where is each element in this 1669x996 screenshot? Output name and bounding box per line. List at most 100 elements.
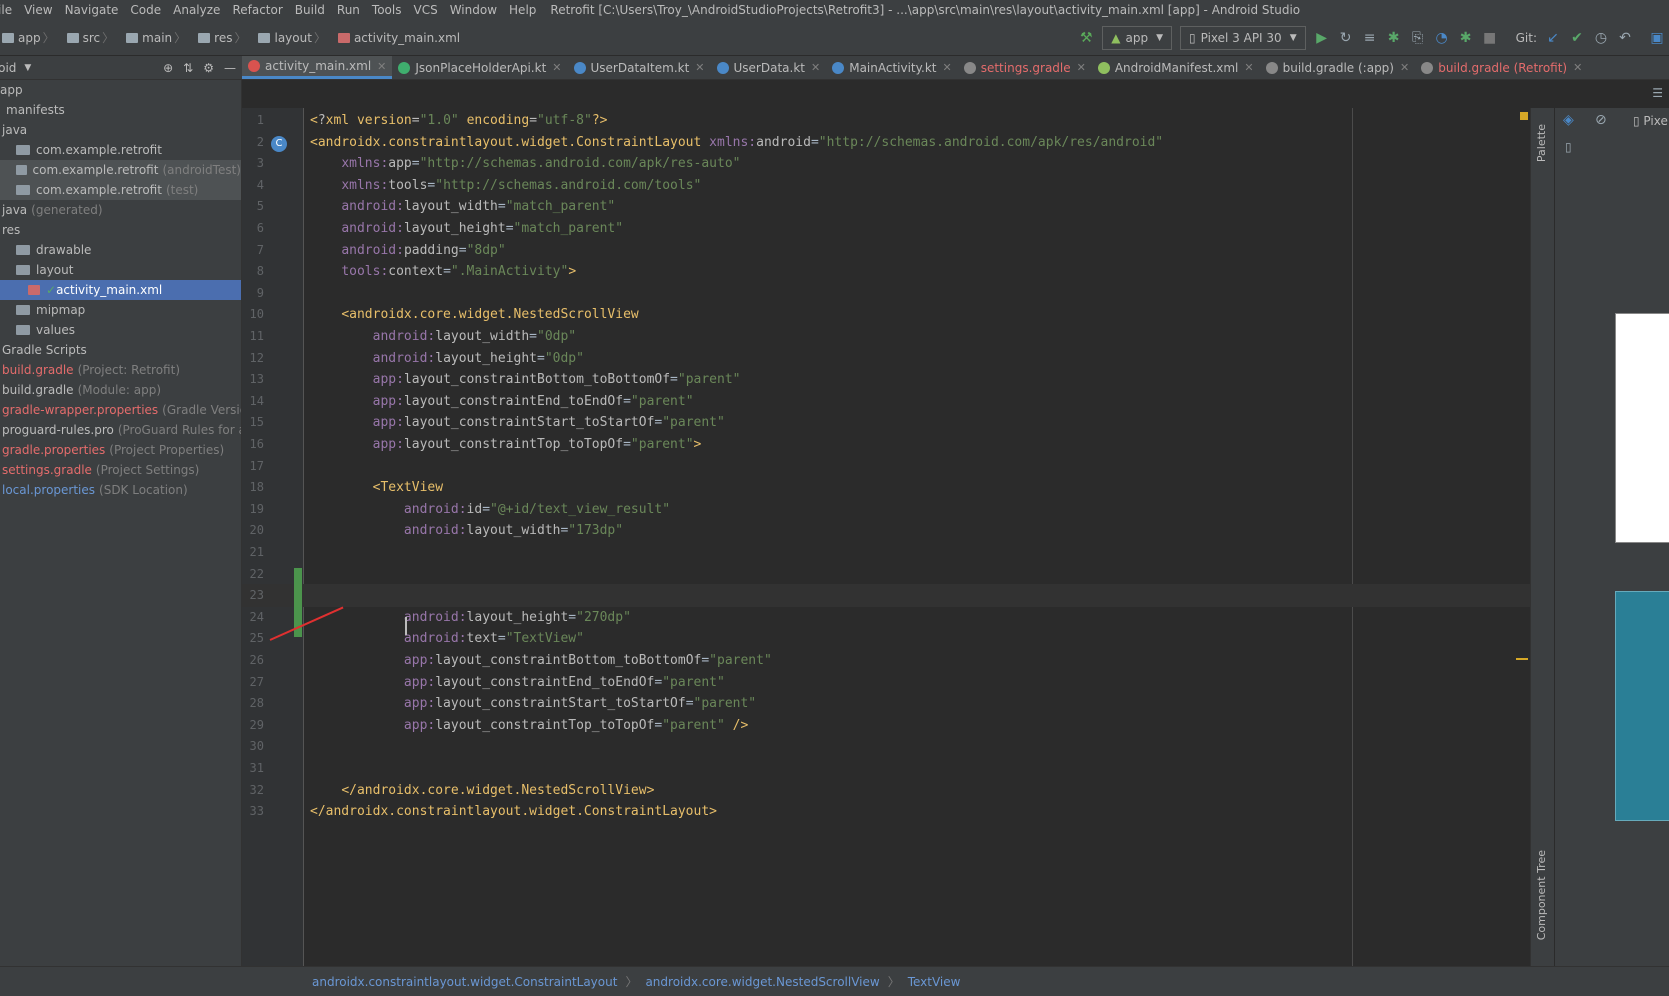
code-line: 22 xyxy=(242,563,1530,586)
line-number: 25 xyxy=(249,631,264,646)
tree-item[interactable]: ✓ activity_main.xml xyxy=(0,280,241,300)
menu-item-refactor[interactable]: Refactor xyxy=(226,3,288,17)
collapse-icon[interactable]: ⇅ xyxy=(183,61,193,75)
git-update-icon[interactable]: ↙ xyxy=(1541,30,1565,46)
git-history-icon[interactable]: ◷ xyxy=(1589,30,1613,46)
no-rotate-icon[interactable]: ⊘ xyxy=(1595,112,1607,128)
structure-breadcrumb-item[interactable]: androidx.core.widget.NestedScrollView xyxy=(645,975,879,989)
tree-item[interactable]: com.example.retrofit (androidTest) xyxy=(0,160,241,180)
minimize-icon[interactable]: — xyxy=(224,61,236,75)
breadcrumb-item[interactable]: layout 〉 xyxy=(250,29,329,46)
menu-item-window[interactable]: Window xyxy=(444,3,503,17)
tree-item-label: res xyxy=(2,223,21,237)
debug-icon[interactable]: ✱ xyxy=(1382,30,1406,46)
design-preview[interactable] xyxy=(1615,313,1669,543)
breakpoint-class-icon[interactable]: C xyxy=(271,136,287,152)
tab-mainactivity-kt[interactable]: MainActivity.kt ✕ xyxy=(826,56,958,79)
code-text: android:layout_width="173dp" xyxy=(403,523,624,539)
run-icon[interactable]: ▶ xyxy=(1310,30,1334,46)
tab-build-gradle-app-[interactable]: build.gradle (:app) ✕ xyxy=(1260,56,1416,79)
device-frame-icon[interactable]: ▯ xyxy=(1565,140,1572,154)
window-title: Retrofit [C:\Users\Troy_\AndroidStudioPr… xyxy=(550,3,1301,17)
tree-item[interactable]: values xyxy=(0,320,241,340)
tab-userdataitem-kt[interactable]: UserDataItem.kt ✕ xyxy=(568,56,711,79)
tree-item[interactable]: settings.gradle (Project Settings) xyxy=(0,460,241,480)
tree-item[interactable]: gradle.properties (Project Properties) xyxy=(0,440,241,460)
structure-breadcrumb-item[interactable]: TextView xyxy=(908,975,961,989)
tree-item[interactable]: build.gradle (Project: Retrofit) xyxy=(0,360,241,380)
tab-androidmanifest-xml[interactable]: AndroidManifest.xml ✕ xyxy=(1092,56,1260,79)
close-icon[interactable]: ✕ xyxy=(1573,61,1582,74)
line-number: 23 xyxy=(249,588,264,603)
menu-item-run[interactable]: Run xyxy=(331,3,366,17)
menu-item-build[interactable]: Build xyxy=(289,3,331,17)
tree-item[interactable]: java xyxy=(0,120,241,140)
gear-icon[interactable]: ⚙ xyxy=(203,61,214,75)
layers-icon[interactable]: ◈ xyxy=(1563,112,1574,128)
blueprint-preview[interactable] xyxy=(1615,591,1669,821)
git-rollback-icon[interactable]: ↶ xyxy=(1613,30,1637,46)
close-icon[interactable]: ✕ xyxy=(695,61,704,74)
tab-jsonplaceholderapi-kt[interactable]: JsonPlaceHolderApi.kt ✕ xyxy=(392,56,567,79)
tab-activity-main-xml[interactable]: activity_main.xml ✕ xyxy=(242,56,393,79)
menu-item-analyze[interactable]: Analyze xyxy=(167,3,226,17)
close-icon[interactable]: ✕ xyxy=(552,61,561,74)
git-commit-icon[interactable]: ✔ xyxy=(1565,30,1589,46)
profile-icon[interactable]: ◔ xyxy=(1430,30,1454,46)
stop-icon[interactable]: ■ xyxy=(1478,30,1502,46)
tab-build-gradle-retrofit-[interactable]: build.gradle (Retrofit) ✕ xyxy=(1415,56,1588,79)
close-icon[interactable]: ✕ xyxy=(1077,61,1086,74)
close-icon[interactable]: ✕ xyxy=(377,60,386,73)
tree-item[interactable]: gradle-wrapper.properties(Gradle Version… xyxy=(0,400,241,420)
tree-item[interactable]: proguard-rules.pro(ProGuard Rules for ap… xyxy=(0,420,241,440)
menu-icon[interactable]: ☰ xyxy=(1652,86,1663,100)
run-config-select[interactable]: ▲ app ▼ xyxy=(1102,26,1172,50)
tree-item[interactable]: manifests xyxy=(0,100,241,120)
tree-item[interactable]: res xyxy=(0,220,241,240)
sdk-manager-icon[interactable]: ▣ xyxy=(1645,30,1669,46)
structure-breadcrumb-item[interactable]: androidx.constraintlayout.widget.Constra… xyxy=(312,975,617,989)
device-preview-select[interactable]: ▯ Pixe xyxy=(1633,114,1668,128)
attach-debugger-icon[interactable]: ⎘ xyxy=(1406,30,1430,46)
tab-userdata-kt[interactable]: UserData.kt ✕ xyxy=(711,56,827,79)
build-hammer-icon[interactable]: ⚒ xyxy=(1074,30,1098,46)
menu-item-file[interactable]: File xyxy=(0,3,18,17)
tree-item[interactable]: local.properties (SDK Location) xyxy=(0,480,241,500)
menu-item-vcs[interactable]: VCS xyxy=(407,3,443,17)
palette-tab[interactable]: Palette xyxy=(1535,124,1548,162)
code-line: 32 </androidx.core.widget.NestedScrollVi… xyxy=(242,779,1530,802)
breadcrumb-item[interactable]: main 〉 xyxy=(118,29,190,46)
tree-item[interactable]: com.example.retrofit xyxy=(0,140,241,160)
tree-item[interactable]: drawable xyxy=(0,240,241,260)
apply-changes-icon[interactable]: ≡ xyxy=(1358,30,1382,46)
tree-item[interactable]: build.gradle (Module: app) xyxy=(0,380,241,400)
breadcrumb-item[interactable]: activity_main.xml xyxy=(330,31,464,45)
menu-item-navigate[interactable]: Navigate xyxy=(59,3,125,17)
menu-item-code[interactable]: Code xyxy=(124,3,167,17)
locate-icon[interactable]: ⊕ xyxy=(163,61,173,75)
code-editor[interactable]: 1 <?xml version="1.0" encoding="utf-8"?> 2… xyxy=(242,108,1530,966)
tab-settings-gradle[interactable]: settings.gradle ✕ xyxy=(958,56,1092,79)
close-icon[interactable]: ✕ xyxy=(1400,61,1409,74)
close-icon[interactable]: ✕ xyxy=(943,61,952,74)
tree-item[interactable]: mipmap xyxy=(0,300,241,320)
tree-item[interactable]: com.example.retrofit (test) xyxy=(0,180,241,200)
code-line: 21 xyxy=(242,541,1530,564)
breadcrumb-item[interactable]: res 〉 xyxy=(190,29,250,46)
rerun-icon[interactable]: ↻ xyxy=(1334,30,1358,46)
tree-item[interactable]: Gradle Scripts xyxy=(0,340,241,360)
menu-item-tools[interactable]: Tools xyxy=(366,3,408,17)
tree-item[interactable]: app xyxy=(0,80,241,100)
menu-item-view[interactable]: View xyxy=(18,3,58,17)
tree-item[interactable]: java (generated) xyxy=(0,200,241,220)
component-tree-tab[interactable]: Component Tree xyxy=(1535,850,1548,940)
project-view-select[interactable]: Android▼ xyxy=(0,61,31,75)
menu-item-help[interactable]: Help xyxy=(503,3,542,17)
tree-item[interactable]: layout xyxy=(0,260,241,280)
breadcrumb-item[interactable]: src 〉 xyxy=(59,29,119,46)
debug-attach-icon[interactable]: ✱ xyxy=(1454,30,1478,46)
close-icon[interactable]: ✕ xyxy=(811,61,820,74)
device-select[interactable]: ▯ Pixel 3 API 30 ▼ xyxy=(1179,26,1306,50)
close-icon[interactable]: ✕ xyxy=(1244,61,1253,74)
breadcrumb-item[interactable]: app 〉 xyxy=(0,29,59,46)
